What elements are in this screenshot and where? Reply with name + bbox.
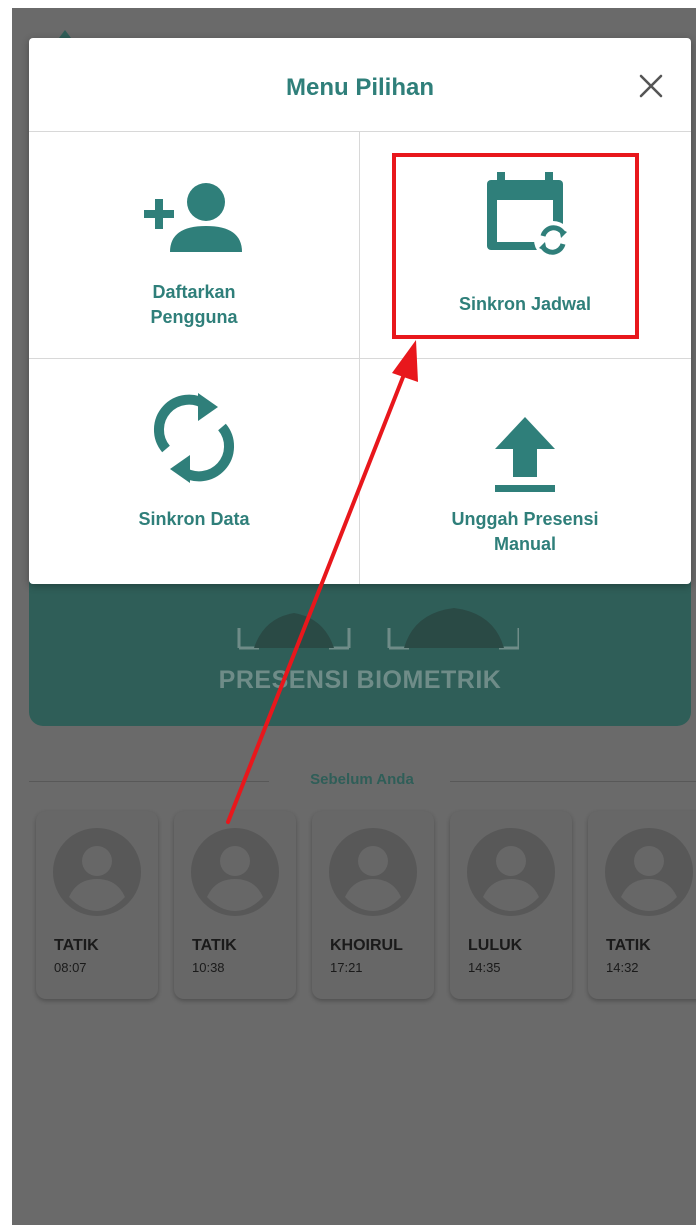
user-name: LULUK	[468, 937, 523, 954]
avatar-icon	[605, 828, 693, 916]
recent-user-card[interactable]: TATIK 08:07	[36, 811, 158, 999]
user-time: 14:32	[606, 960, 639, 975]
modal-header: Menu Pilihan	[29, 38, 691, 132]
upload-icon	[495, 417, 555, 492]
menu-item-register-user[interactable]: Daftarkan Pengguna	[29, 132, 359, 358]
user-time: 17:21	[330, 960, 363, 975]
divider-left	[29, 781, 269, 782]
sync-icon	[154, 393, 234, 483]
user-name: TATIK	[192, 937, 237, 954]
add-user-icon	[144, 183, 242, 252]
recent-users-list: TATIK 08:07 TATIK 10:38 KHOIRUL 17:21 LU…	[36, 811, 696, 1011]
recent-user-card[interactable]: KHOIRUL 17:21	[312, 811, 434, 999]
close-icon[interactable]	[631, 66, 671, 106]
recent-label: Sebelum Anda	[310, 771, 414, 788]
recent-user-card[interactable]: TATIK 10:38	[174, 811, 296, 999]
user-name: TATIK	[606, 937, 651, 954]
user-name: TATIK	[54, 937, 99, 954]
recent-user-card[interactable]: TATIK 14:32	[588, 811, 696, 999]
menu-grid: Daftarkan Pengguna Sinkron Jadwal Sinkro…	[29, 132, 691, 584]
menu-item-label: Daftarkan Pengguna	[150, 282, 238, 327]
modal-title: Menu Pilihan	[285, 74, 434, 101]
user-time: 08:07	[54, 960, 87, 975]
avatar-icon	[467, 828, 555, 916]
menu-item-label: Sinkron Data	[138, 509, 250, 529]
divider-right	[450, 781, 696, 782]
biometric-title: PRESENSI BIOMETRIK	[218, 666, 502, 694]
user-name: KHOIRUL	[330, 937, 403, 954]
avatar-icon	[191, 828, 279, 916]
menu-item-label: Sinkron Jadwal	[458, 294, 592, 314]
menu-item-sync-schedule[interactable]: Sinkron Jadwal	[360, 132, 690, 358]
avatar-icon	[53, 828, 141, 916]
avatar-icon	[329, 828, 417, 916]
app-screen: PRESENSI BIOMETRIK Sebelum Anda TATIK 08…	[12, 8, 696, 1225]
calendar-sync-icon	[487, 172, 572, 259]
screenshot-margin	[0, 0, 12, 1225]
user-time: 10:38	[192, 960, 225, 975]
user-time: 14:35	[468, 960, 501, 975]
menu-item-upload-manual[interactable]: Unggah Presensi Manual	[360, 359, 690, 585]
menu-item-label: Unggah Presensi Manual	[451, 509, 599, 554]
recent-user-card[interactable]: LULUK 14:35	[450, 811, 572, 999]
menu-item-sync-data[interactable]: Sinkron Data	[29, 359, 359, 585]
menu-modal: Menu Pilihan Daftarkan Pengguna Sinkron …	[29, 38, 691, 584]
